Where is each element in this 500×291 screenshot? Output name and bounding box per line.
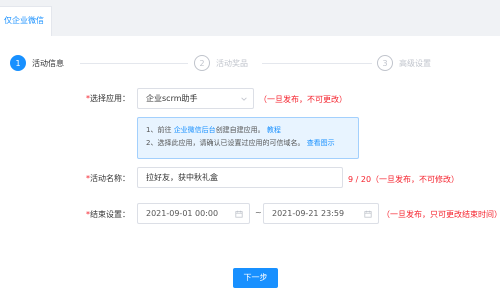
- step-2-number: 2: [194, 55, 210, 71]
- step-3-title: 高级设置: [399, 58, 431, 68]
- step-3-number: 3: [377, 55, 393, 71]
- step-2: 2 活动奖品: [194, 54, 248, 72]
- end-date-value: 2021-09-21 23:59: [272, 209, 345, 218]
- app-select[interactable]: 企业scrm助手: [137, 88, 254, 109]
- activity-name-value: 拉好友，获中秋礼盒: [146, 173, 218, 182]
- step-3: 3 高级设置: [377, 54, 431, 72]
- step-1-title: 活动信息: [32, 58, 64, 68]
- calendar-icon: [364, 210, 372, 218]
- note-line-1: 1、前往 企业微信后台创建自建应用。 教程: [146, 124, 358, 137]
- app-select-value: 企业scrm助手: [146, 94, 198, 103]
- app-setup-note: 1、前往 企业微信后台创建自建应用。 教程 2、选择此应用，请确认已设置过应用的…: [137, 117, 359, 159]
- end-setting-label: *结束设置：: [86, 209, 130, 220]
- calendar-icon: [235, 210, 243, 218]
- app-label: *选择应用：: [86, 93, 130, 104]
- step-1: 1 活动信息: [10, 54, 64, 72]
- note-line-1-prefix: 1、前往: [146, 126, 174, 134]
- name-label: *活动名称：: [86, 173, 130, 184]
- date-range-separator: ~: [255, 208, 262, 217]
- note-line-2: 2、选择此应用，请确认已设置过应用的可信域名。 查看图示: [146, 137, 358, 150]
- tutorial-link[interactable]: 教程: [267, 126, 281, 134]
- form-panel: 1 活动信息 2 活动奖品 3 高级设置 *选择应用： 企业scrm助手 （一旦…: [0, 36, 500, 291]
- step-divider-1: [80, 63, 188, 64]
- end-time-tip: （一旦发布，只可更改结束时间）: [382, 210, 500, 219]
- start-date-input[interactable]: 2021-09-01 00:00: [137, 203, 250, 224]
- next-step-button[interactable]: 下一步: [233, 268, 278, 288]
- start-date-value: 2021-09-01 00:00: [146, 209, 219, 218]
- tab-bar: 仅企业微信: [0, 0, 500, 36]
- app-label-text: 选择应用：: [90, 94, 130, 103]
- activity-name-input[interactable]: 拉好友，获中秋礼盒: [137, 167, 343, 188]
- name-label-text: 活动名称：: [90, 174, 130, 183]
- app-publish-tip: （一旦发布，不可更改）: [259, 95, 347, 104]
- note-line-2-text: 2、选择此应用，请确认已设置过应用的可信域名。: [146, 139, 305, 147]
- note-line-1-middle: 创建自建应用。: [215, 126, 265, 134]
- chevron-down-icon: [241, 97, 247, 101]
- end-date-input[interactable]: 2021-09-21 23:59: [263, 203, 379, 224]
- tab-enterprise-wechat[interactable]: 仅企业微信: [0, 6, 52, 36]
- step-1-number: 1: [10, 55, 26, 71]
- view-diagram-link[interactable]: 查看图示: [307, 139, 335, 147]
- name-char-counter: 9 / 20（一旦发布，不可修改）: [348, 175, 460, 184]
- step-divider-2: [262, 63, 372, 64]
- step-2-title: 活动奖品: [216, 58, 248, 68]
- wechat-admin-link[interactable]: 企业微信后台: [174, 126, 216, 134]
- end-setting-label-text: 结束设置：: [90, 210, 130, 219]
